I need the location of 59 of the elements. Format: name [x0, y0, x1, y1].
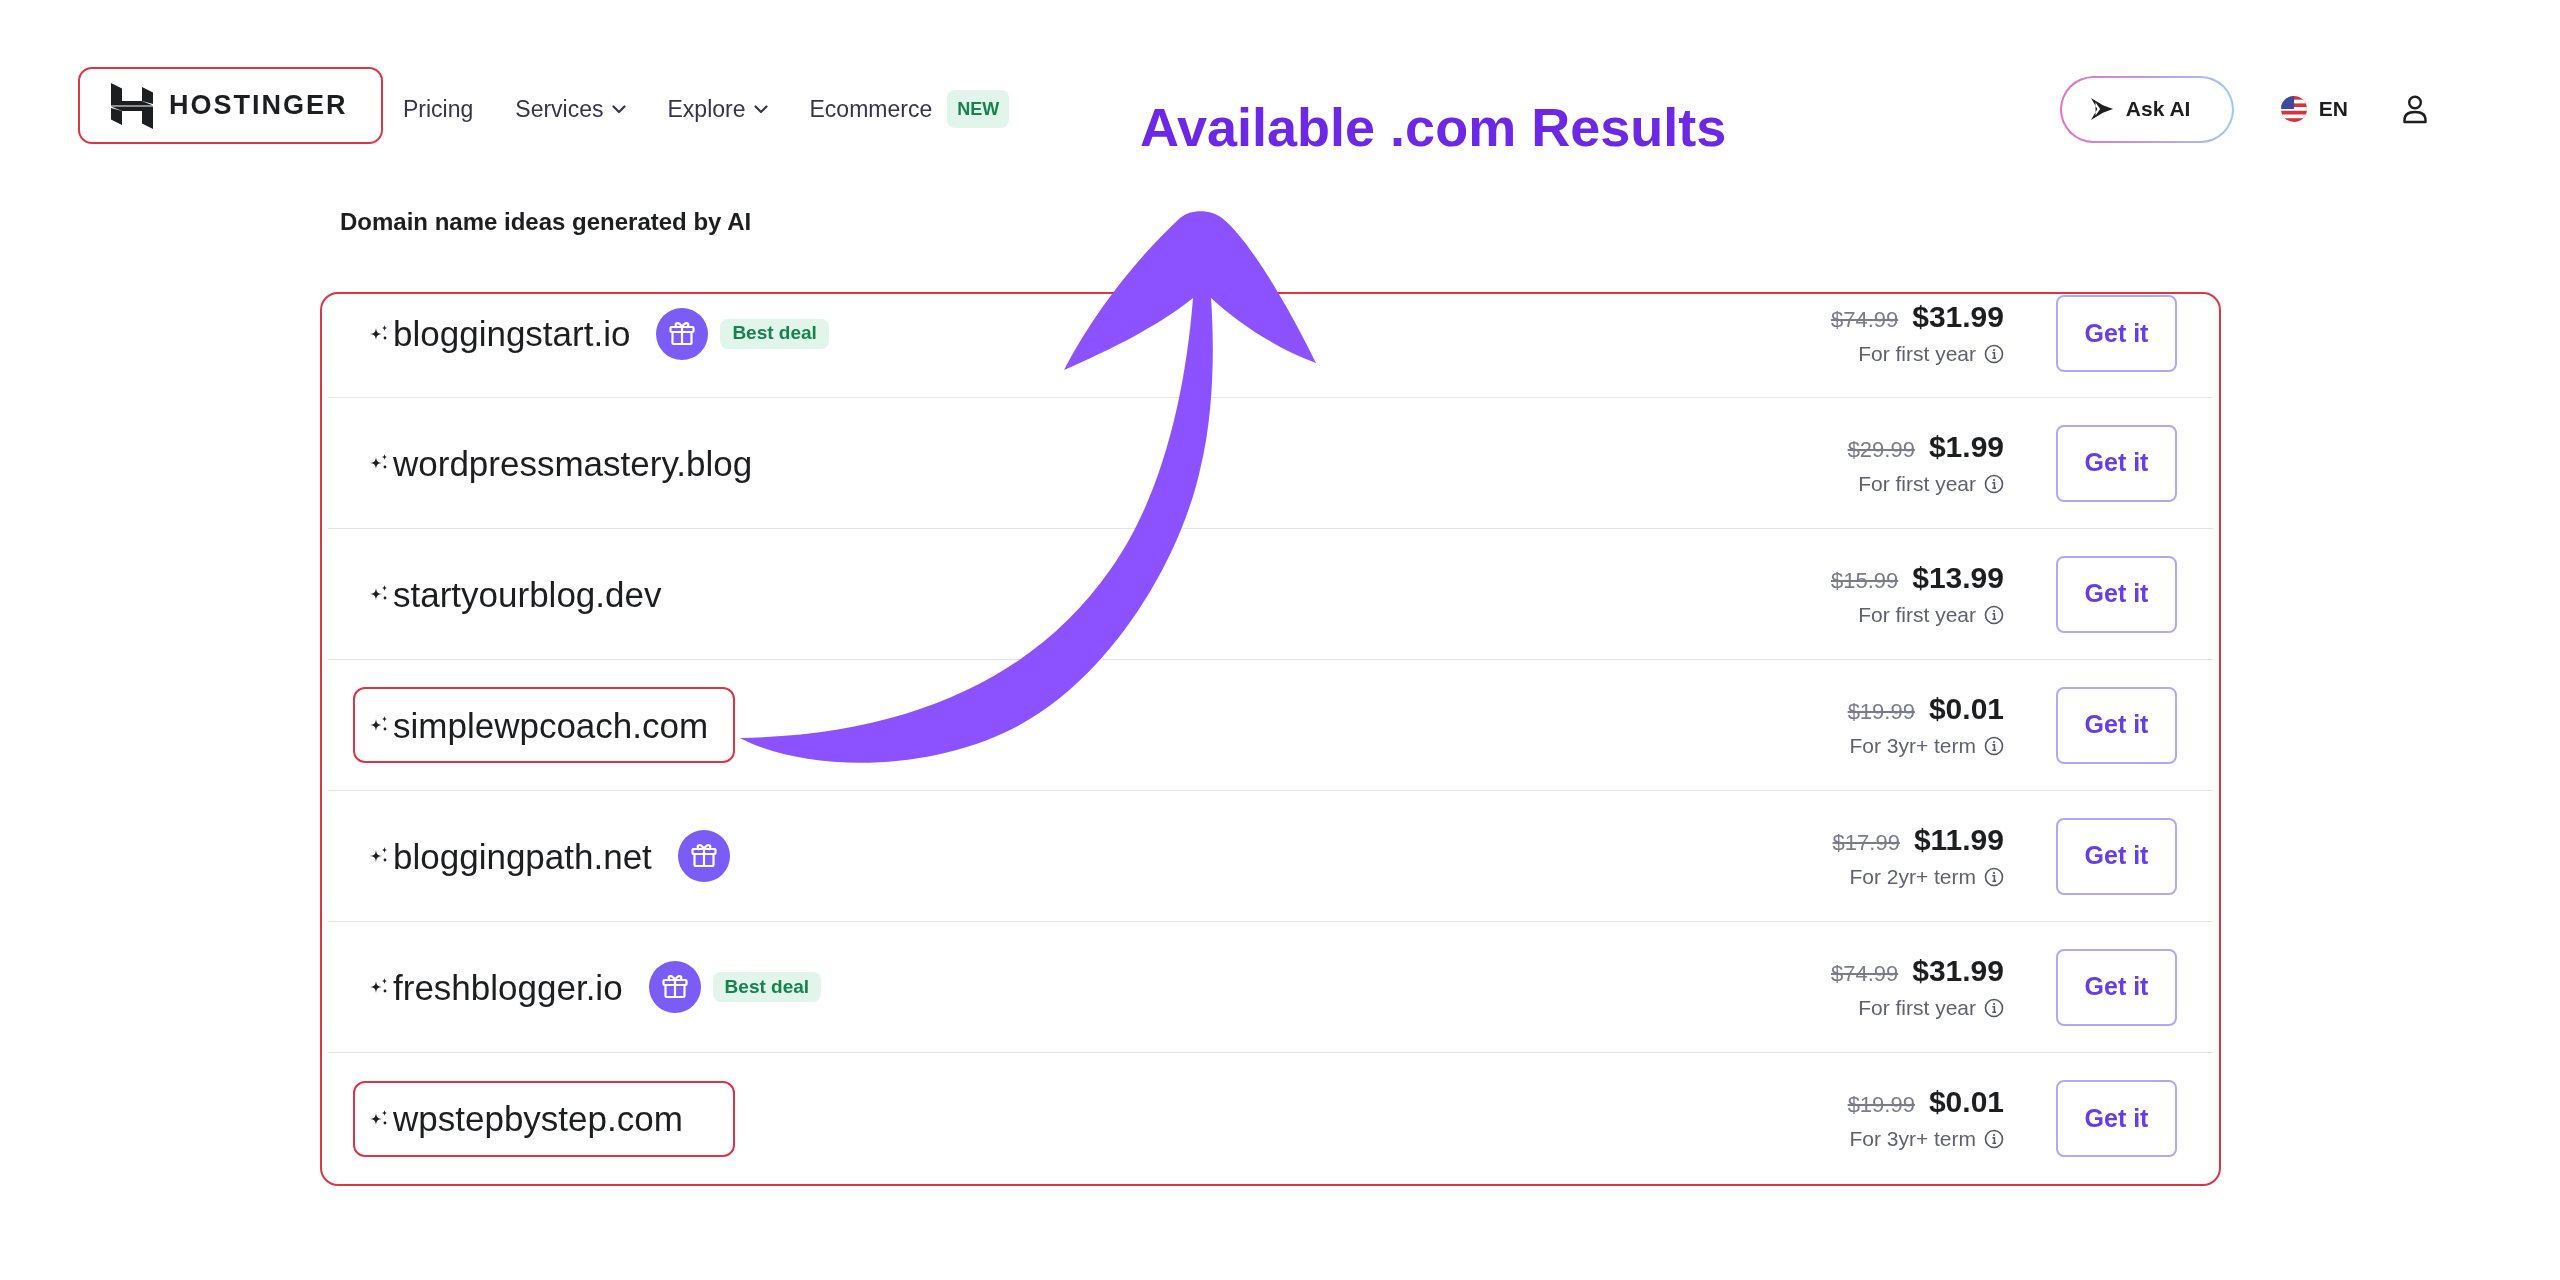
original-price: $74.99: [1830, 306, 1899, 334]
domain-name: wpstepbystep.com: [393, 1101, 683, 1136]
nav-link[interactable]: Ecommerce: [809, 91, 933, 127]
chevron-down-icon: [611, 104, 626, 114]
get-it-button[interactable]: Get it: [2056, 295, 2177, 372]
info-icon[interactable]: [1984, 344, 2004, 364]
get-it-button[interactable]: Get it: [2056, 1080, 2177, 1157]
new-badge: NEW: [947, 90, 1010, 128]
domain-name: simplewpcoach.com: [393, 707, 709, 743]
price-term: For first year: [1858, 341, 1976, 367]
price-term: For 2yr+ term: [1849, 863, 1976, 890]
nav-link[interactable]: Explore: [667, 91, 768, 127]
domain-name: freshblogger.io: [393, 969, 623, 1005]
section-title: Domain name ideas generated by AI: [340, 207, 752, 237]
language-button[interactable]: EN: [2280, 93, 2348, 125]
original-price: $29.99: [1847, 435, 1915, 464]
original-price: $17.99: [1832, 828, 1900, 857]
get-it-button[interactable]: Get it: [2056, 948, 2177, 1026]
price-term: For 3yr+ term: [1849, 732, 1976, 759]
domain-name: bloggingstart.io: [393, 316, 631, 351]
user-icon[interactable]: [2400, 94, 2430, 124]
annotation-title: Available .com Results: [1140, 100, 1727, 154]
original-price: $19.99: [1847, 1091, 1915, 1119]
original-price: $19.99: [1847, 697, 1915, 726]
logo-icon[interactable]: [111, 82, 153, 129]
original-price: $15.99: [1830, 566, 1899, 595]
info-icon[interactable]: [1984, 1129, 2004, 1149]
price-term: For first year: [1858, 601, 1976, 628]
price: $1.99: [1928, 428, 2004, 465]
arrowhead-icon: [2089, 97, 2114, 121]
get-it-button[interactable]: Get it: [2056, 817, 2177, 895]
price-term: For 3yr+ term: [1849, 1126, 1976, 1152]
deal-badge: Best deal: [720, 318, 829, 349]
domain-name: bloggingpath.net: [393, 838, 652, 874]
domain-name: wordpressmastery.blog: [393, 445, 753, 481]
info-icon[interactable]: [1984, 866, 2004, 887]
info-icon[interactable]: [1984, 735, 2004, 756]
domain-name: startyourblog.dev: [393, 576, 662, 612]
get-it-button[interactable]: Get it: [2056, 686, 2177, 764]
flag-icon: [2280, 96, 2307, 122]
price: $11.99: [1913, 821, 2004, 858]
price-term: For first year: [1858, 470, 1976, 497]
price: $31.99: [1912, 299, 2004, 335]
price-term: For first year: [1858, 994, 1976, 1021]
deal-badge: Best deal: [712, 972, 822, 1002]
price: $31.99: [1912, 952, 2004, 989]
nav-link[interactable]: Services: [515, 91, 626, 127]
get-it-button[interactable]: Get it: [2056, 424, 2177, 502]
info-icon[interactable]: [1984, 604, 2004, 625]
price: $0.01: [1928, 690, 2004, 727]
get-it-button[interactable]: Get it: [2056, 555, 2177, 633]
chevron-down-icon: [753, 104, 768, 114]
price: $0.01: [1928, 1084, 2004, 1120]
price: $13.99: [1912, 559, 2004, 596]
info-icon[interactable]: [1984, 997, 2004, 1018]
info-icon[interactable]: [1984, 473, 2004, 494]
nav-link[interactable]: Pricing: [403, 91, 474, 127]
original-price: $74.99: [1830, 959, 1899, 988]
logo-text[interactable]: HOSTINGER: [169, 92, 348, 119]
